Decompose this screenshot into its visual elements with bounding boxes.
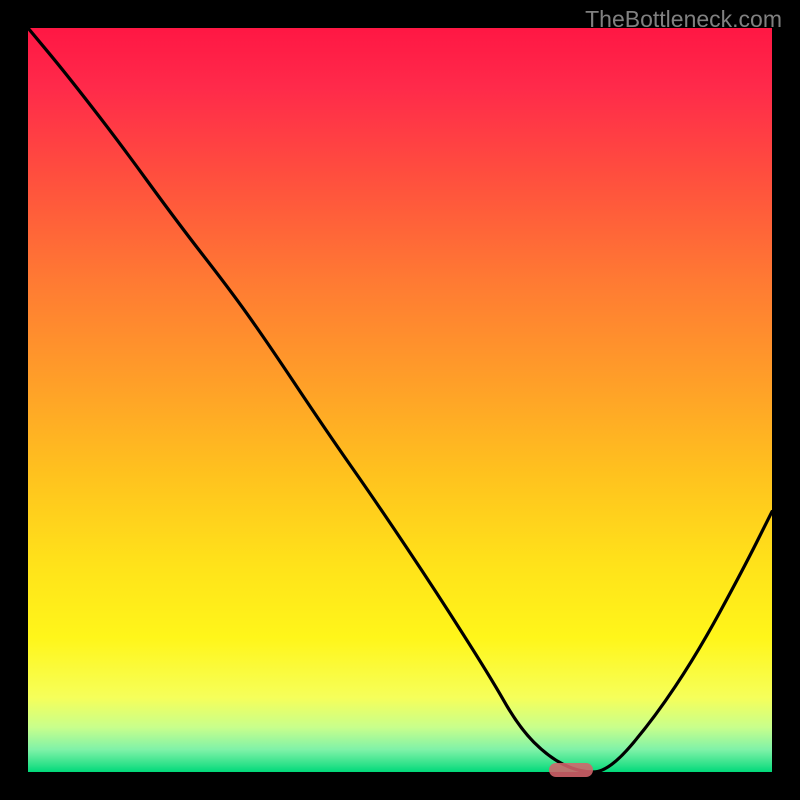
optimal-marker	[549, 763, 594, 777]
watermark-text: TheBottleneck.com	[585, 6, 782, 33]
chart-plot-area	[28, 28, 772, 772]
bottleneck-curve	[28, 28, 772, 772]
